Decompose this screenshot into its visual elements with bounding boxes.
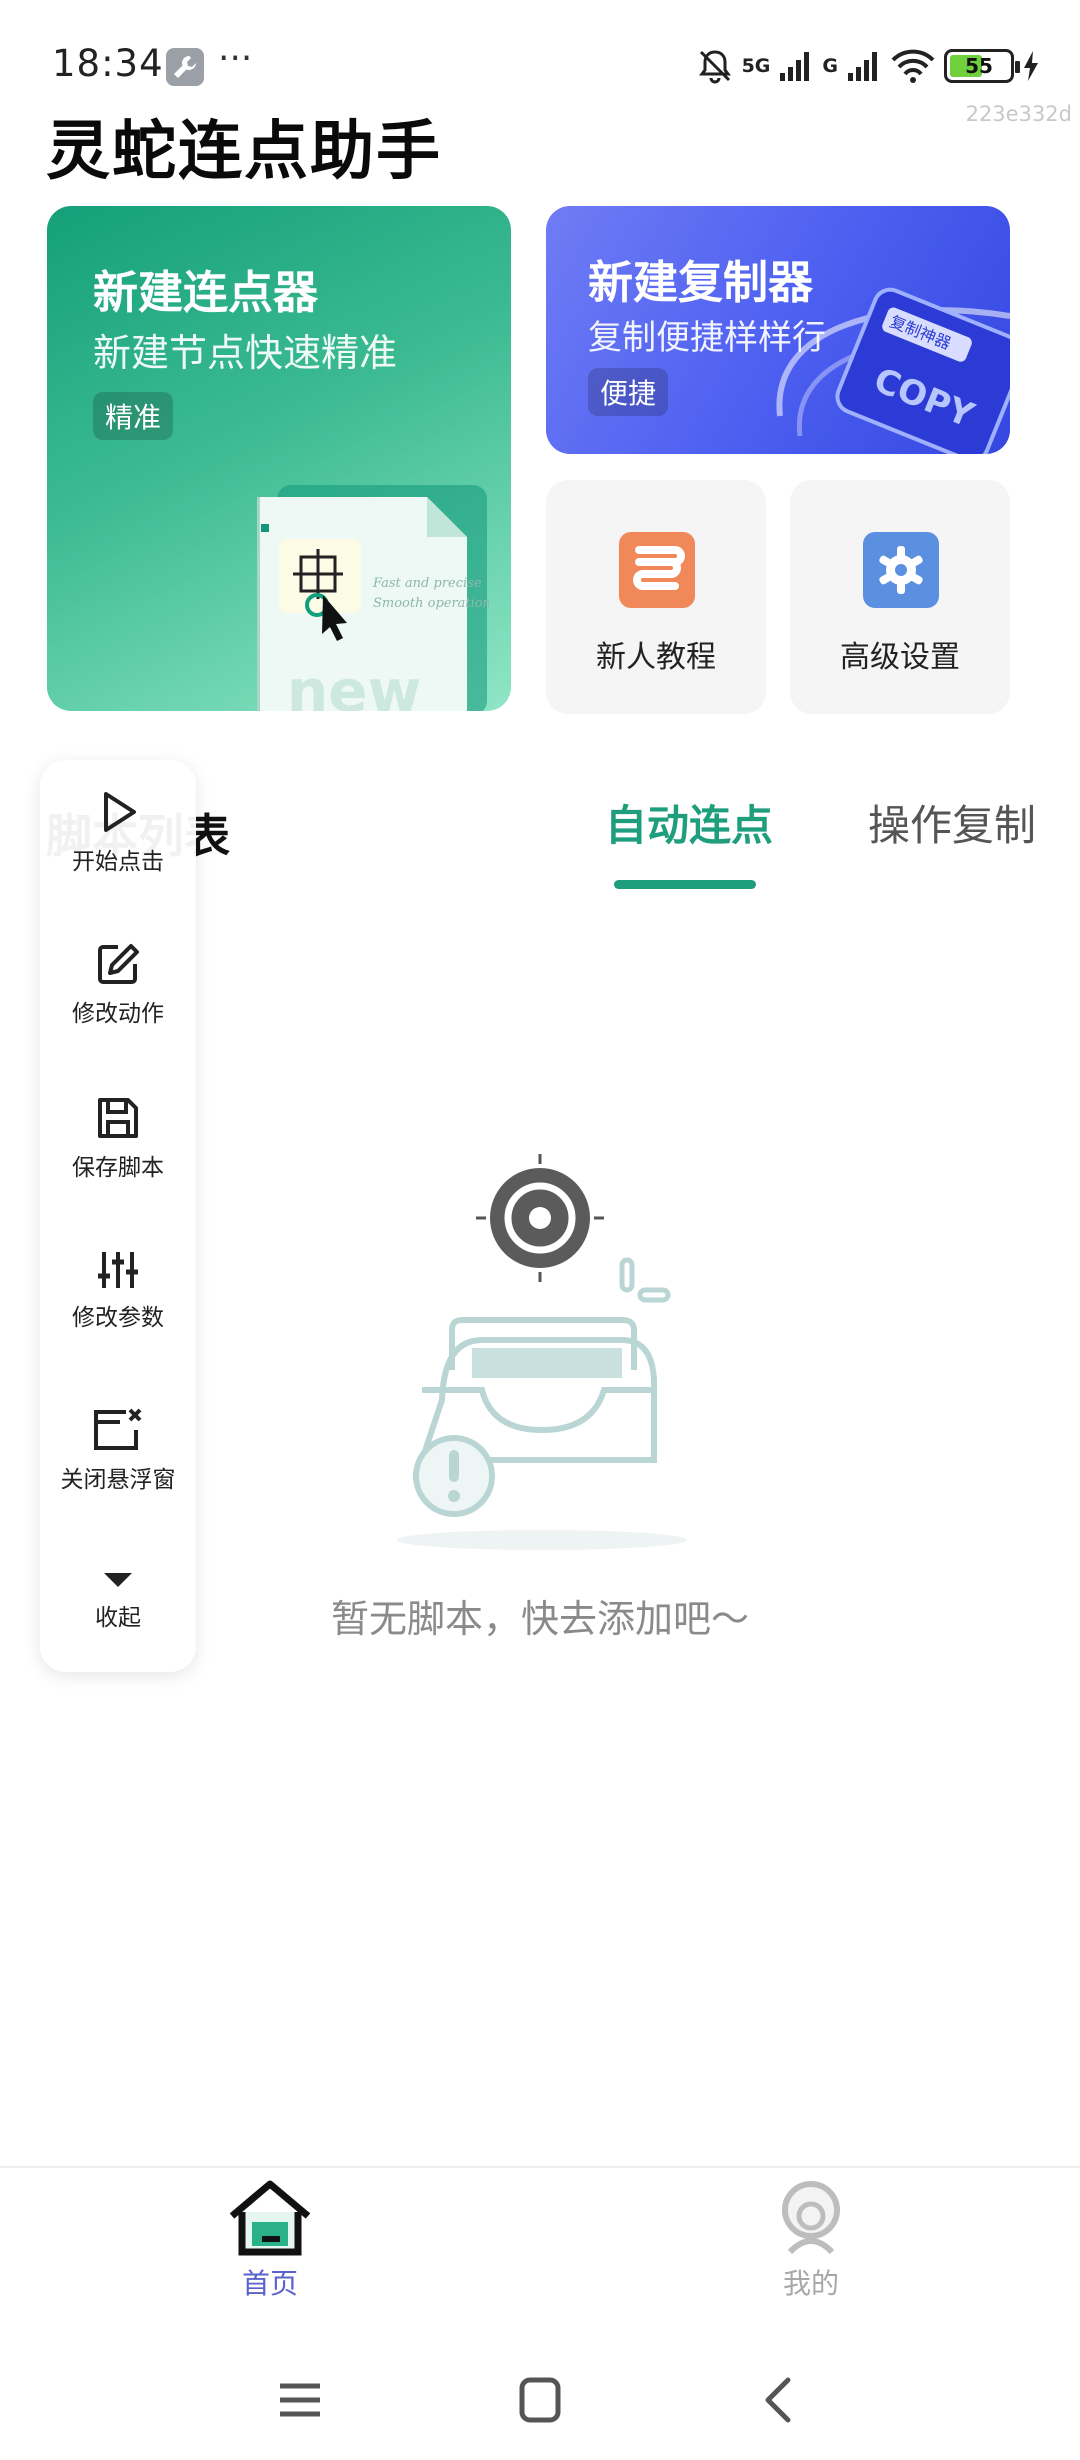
device-id: 223e332d xyxy=(965,102,1072,126)
close-window-icon xyxy=(94,1408,142,1450)
save-script-label: 保存脚本 xyxy=(72,1155,164,1181)
app-title: 灵蛇连点助手 xyxy=(46,115,442,189)
tutorial-icon xyxy=(619,532,695,608)
floating-control-panel: 开始点击 修改动作 保存脚本 修改参数 关闭悬浮窗 收起 xyxy=(40,760,196,1672)
battery-level: 55 xyxy=(965,54,993,78)
wrench-icon xyxy=(166,48,204,86)
more-notifications-icon: ··· xyxy=(218,38,253,79)
back-icon[interactable] xyxy=(750,2372,810,2428)
start-click-label: 开始点击 xyxy=(72,849,164,875)
signal-icon xyxy=(780,52,810,81)
click-target-crosshair[interactable] xyxy=(472,1150,608,1286)
network-type-1: 5G xyxy=(741,55,771,77)
precise-tag: 精准 xyxy=(93,392,174,440)
advanced-settings-label: 高级设置 xyxy=(840,640,960,675)
status-indicators: 5G G 55 xyxy=(696,44,1040,88)
new-text: new xyxy=(287,657,421,711)
status-time: 18:34 xyxy=(52,42,164,85)
edit-action-label: 修改动作 xyxy=(72,1001,164,1027)
edit-params-button[interactable]: 修改参数 xyxy=(40,1250,196,1332)
start-click-button[interactable]: 开始点击 xyxy=(40,790,196,876)
menu-icon[interactable] xyxy=(270,2372,330,2428)
close-floating-window-label: 关闭悬浮窗 xyxy=(60,1467,176,1493)
battery-icon: 55 xyxy=(944,49,1020,83)
convenient-tag: 便捷 xyxy=(588,368,669,416)
nav-home-label: 首页 xyxy=(241,2267,298,2300)
play-icon xyxy=(104,792,136,832)
save-script-button[interactable]: 保存脚本 xyxy=(40,1096,196,1182)
save-icon xyxy=(98,1098,138,1138)
home-icon xyxy=(229,2180,311,2256)
edit-action-button[interactable]: 修改动作 xyxy=(40,942,196,1028)
bell-muted-icon xyxy=(698,50,731,84)
network-type-2: G xyxy=(822,55,838,77)
svg-text:Fast and precise: Fast and precise xyxy=(372,576,482,591)
wifi-icon xyxy=(891,49,935,83)
new-clicker-card[interactable]: 新建连点器 新建节点快速精准 精准 Fast and precise Smoot… xyxy=(47,206,511,711)
gear-icon xyxy=(863,532,939,608)
tab-auto-click[interactable]: 自动连点 xyxy=(605,792,773,853)
collapse-button[interactable]: 收起 xyxy=(40,1568,196,1632)
new-clicker-title: 新建连点器 xyxy=(93,266,319,319)
copy-card-illustration: 复制神器 COPY xyxy=(770,266,1010,454)
collapse-icon xyxy=(104,1573,132,1587)
charging-icon xyxy=(1024,51,1038,81)
home-button-icon[interactable] xyxy=(510,2372,570,2428)
nav-home[interactable]: 首页 xyxy=(170,2180,370,2302)
edit-icon xyxy=(98,944,139,984)
tutorial-label: 新人教程 xyxy=(596,640,716,675)
new-clicker-subtitle: 新建节点快速精准 xyxy=(93,331,398,375)
signal-icon-2 xyxy=(848,52,877,81)
profile-icon xyxy=(782,2181,840,2255)
svg-text:Smooth operation: Smooth operation xyxy=(373,596,489,611)
tab-indicator xyxy=(614,880,756,889)
tab-operation-copy[interactable]: 操作复制 xyxy=(868,792,1036,853)
advanced-settings-card[interactable]: 高级设置 xyxy=(790,480,1010,714)
new-document-illustration: Fast and precise Smooth operation new xyxy=(257,479,491,711)
edit-params-label: 修改参数 xyxy=(72,1305,164,1331)
new-copier-card[interactable]: 新建复制器 复制便捷样样行 便捷 复制神器 COPY xyxy=(546,206,1010,454)
tutorial-card[interactable]: 新人教程 xyxy=(546,480,766,714)
collapse-label: 收起 xyxy=(95,1605,141,1631)
status-bar: 18:34 ··· 5G G 55 xyxy=(0,0,1080,100)
close-floating-window-button[interactable]: 关闭悬浮窗 xyxy=(40,1408,196,1494)
sliders-icon xyxy=(98,1252,138,1288)
nav-mine[interactable]: 我的 xyxy=(711,2180,911,2302)
nav-mine-label: 我的 xyxy=(782,2267,839,2300)
bottom-nav-divider xyxy=(0,2166,1080,2168)
